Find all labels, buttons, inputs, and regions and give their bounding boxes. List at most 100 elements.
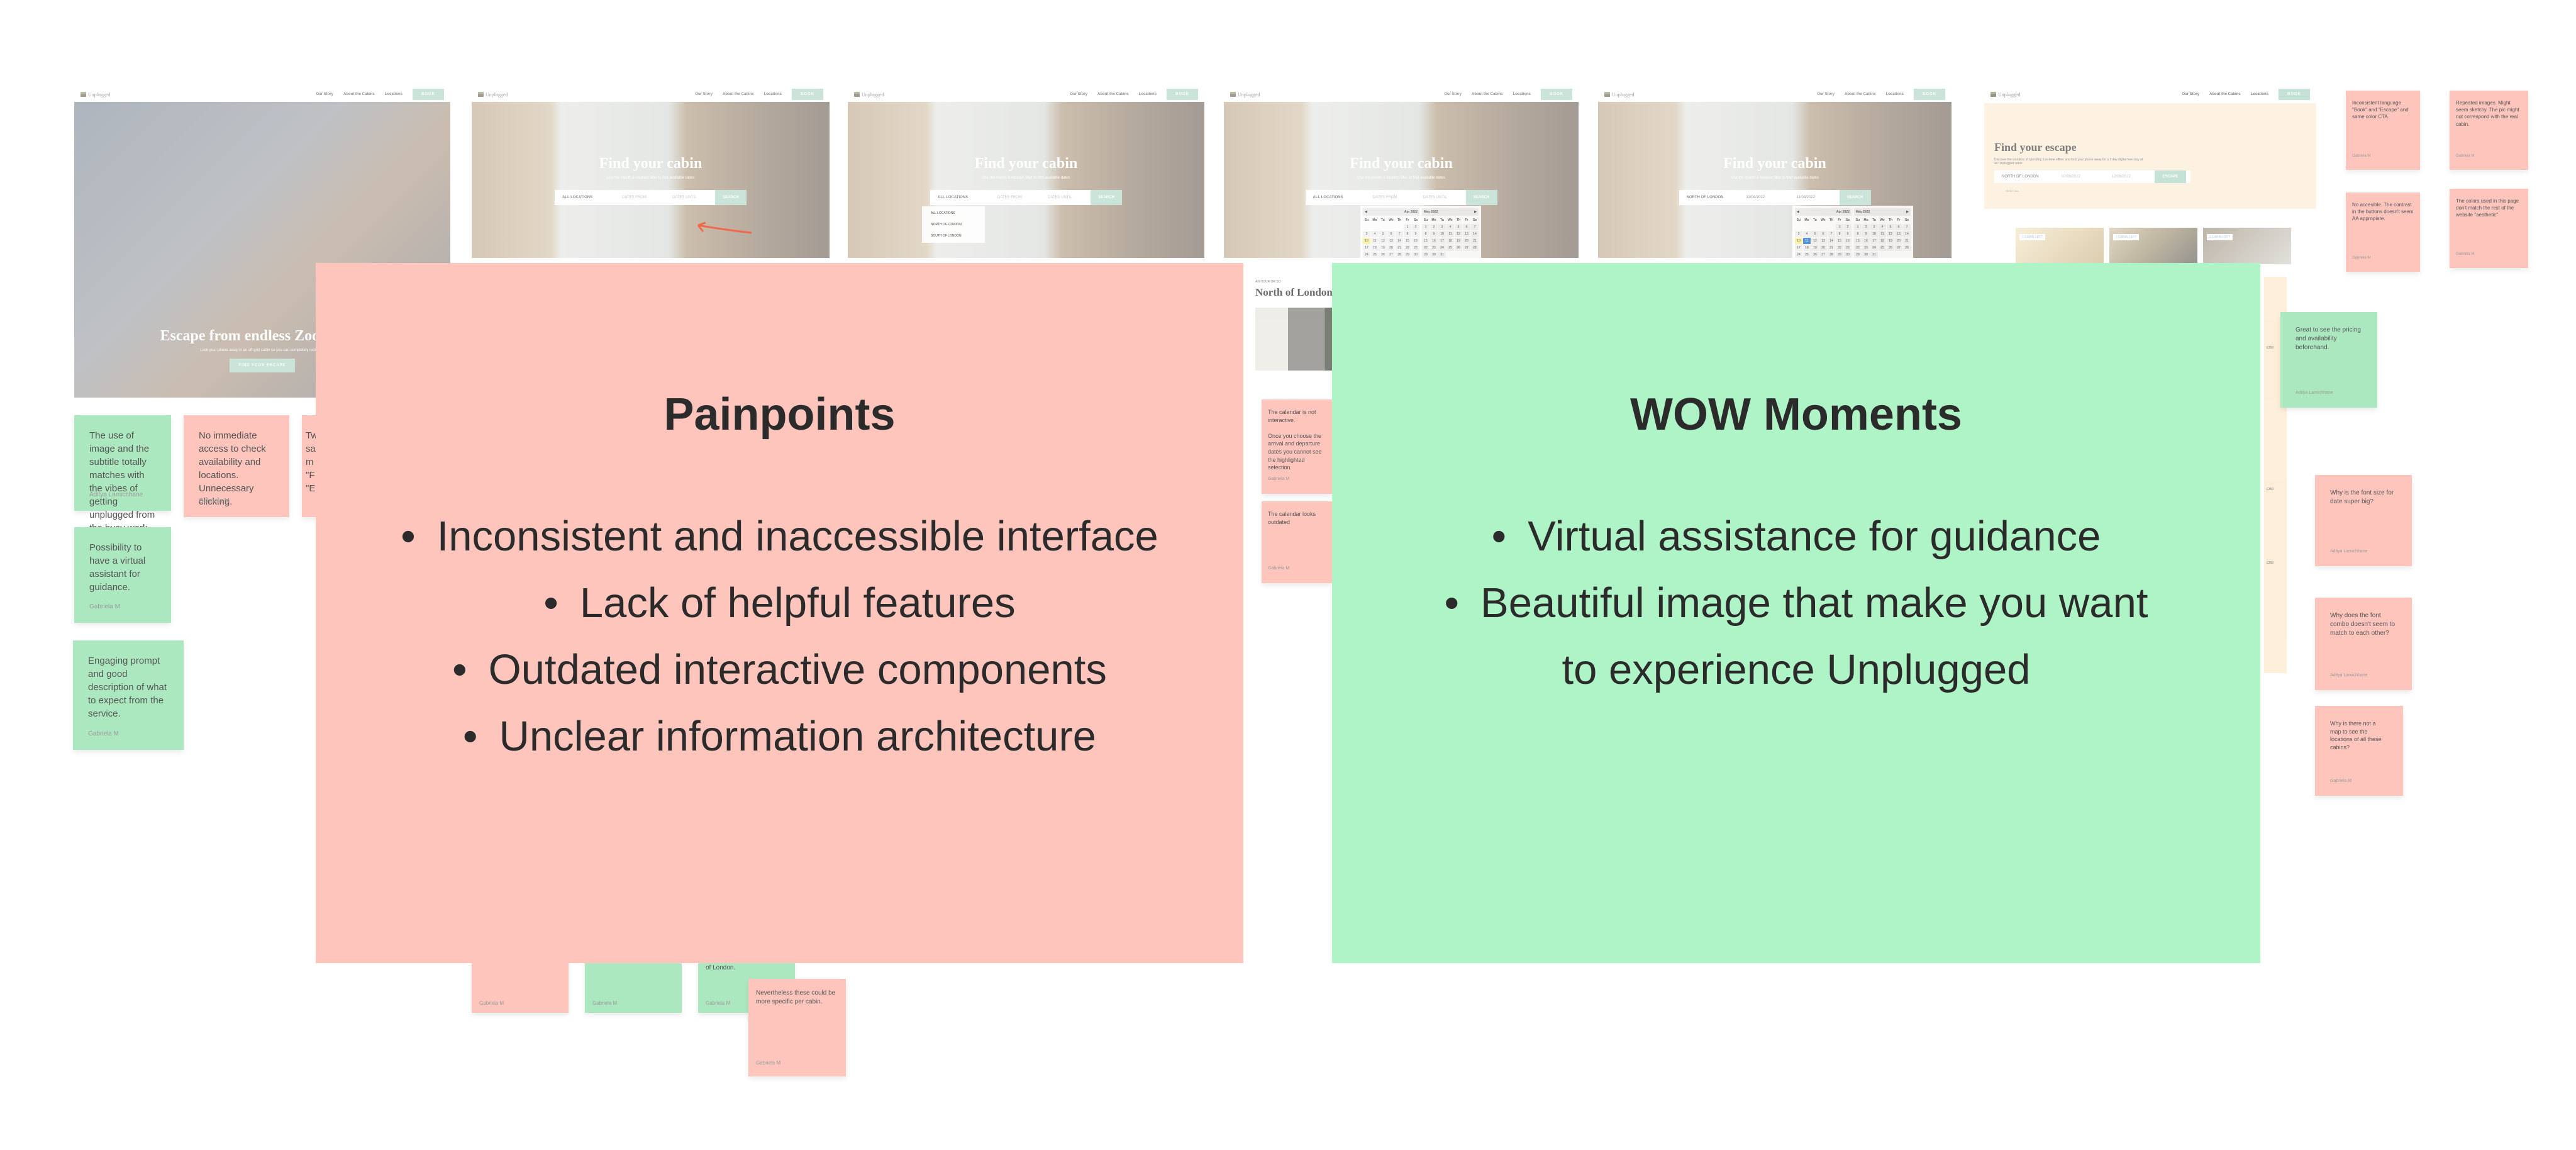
calendar-day[interactable]: 23 xyxy=(1844,245,1852,251)
calendar-day[interactable]: 5 xyxy=(1887,224,1894,230)
sticky-note[interactable]: Nevertheless these could be more specifi… xyxy=(748,979,846,1076)
calendar-day[interactable]: 9 xyxy=(1844,231,1852,237)
cabin-card[interactable]: 1 CABIN LEFT xyxy=(2109,228,2197,264)
calendar-day[interactable]: 12 xyxy=(1455,231,1462,237)
calendar-day[interactable]: 27 xyxy=(1819,252,1827,258)
nav-our-story[interactable]: Our Story xyxy=(695,92,713,96)
nav-locations[interactable]: Locations xyxy=(1886,92,1904,96)
calendar-day[interactable]: 15 xyxy=(1422,238,1430,244)
dropdown-option[interactable]: NORTH OF LONDON xyxy=(931,223,976,226)
nav-locations[interactable]: Locations xyxy=(2251,92,2268,96)
calendar-day[interactable]: 8 xyxy=(1854,231,1862,237)
calendar-day[interactable]: 11 xyxy=(1803,238,1811,244)
calendar-day[interactable]: 30 xyxy=(1412,252,1419,258)
calendar-day[interactable]: 17 xyxy=(1363,245,1370,251)
nav-locations[interactable]: Locations xyxy=(764,92,782,96)
calendar-day[interactable]: 31 xyxy=(1870,252,1878,258)
calendar-day[interactable]: 18 xyxy=(1446,238,1454,244)
calendar-day[interactable]: 2 xyxy=(1862,224,1870,230)
calendar-day[interactable]: 9 xyxy=(1862,231,1870,237)
dates-from-input[interactable]: 07/08/2022 xyxy=(2054,175,2104,179)
nav-about[interactable]: About the Cabins xyxy=(1845,92,1876,96)
calendar-day[interactable]: 6 xyxy=(1819,231,1827,237)
dates-until-input[interactable]: DATES UNTIL xyxy=(1040,196,1091,199)
calendar-day[interactable]: 18 xyxy=(1371,245,1379,251)
calendar-day[interactable]: 29 xyxy=(1422,252,1430,258)
nav-about[interactable]: About the Cabins xyxy=(1097,92,1129,96)
calendar-day[interactable]: 25 xyxy=(1803,252,1811,258)
calendar-day[interactable]: 14 xyxy=(1396,238,1403,244)
nav-our-story[interactable]: Our Story xyxy=(1444,92,1462,96)
calendar-day[interactable]: 25 xyxy=(1879,245,1886,251)
sticky-note[interactable]: Possibility to have a virtual assistant … xyxy=(74,527,171,623)
calendar-day[interactable]: 18 xyxy=(1879,238,1886,244)
calendar-day[interactable]: 4 xyxy=(1879,224,1886,230)
calendar-day[interactable]: 22 xyxy=(1854,245,1862,251)
nav-our-story[interactable]: Our Story xyxy=(316,92,333,96)
calendar-day[interactable]: 23 xyxy=(1412,245,1419,251)
calendar-day[interactable]: 29 xyxy=(1854,252,1862,258)
calendar-day[interactable]: 19 xyxy=(1379,245,1387,251)
calendar-day[interactable]: 30 xyxy=(1430,252,1438,258)
calendar-day[interactable]: 21 xyxy=(1471,238,1479,244)
location-select[interactable]: NORTH OF LONDON xyxy=(1994,175,2054,179)
calendar-day[interactable]: 19 xyxy=(1887,238,1894,244)
sticky-note[interactable]: No accesible. The contrast in the button… xyxy=(2346,193,2420,272)
calendar-day[interactable]: 29 xyxy=(1404,252,1411,258)
calendar-day[interactable]: 13 xyxy=(1463,231,1470,237)
calendar-day[interactable]: 6 xyxy=(1387,231,1395,237)
book-button[interactable]: BOOK xyxy=(1914,89,1945,100)
calendar-day[interactable]: 5 xyxy=(1455,224,1462,230)
calendar-day[interactable]: 15 xyxy=(1854,238,1862,244)
calendar-day[interactable]: 5 xyxy=(1379,231,1387,237)
calendar-day[interactable]: 20 xyxy=(1463,238,1470,244)
search-button[interactable]: SEARCH xyxy=(1465,189,1497,205)
calendar-day[interactable]: 5 xyxy=(1811,231,1819,237)
nav-about[interactable]: About the Cabins xyxy=(1472,92,1503,96)
next-month-icon[interactable]: ▶ xyxy=(1474,210,1477,214)
calendar-day[interactable]: 14 xyxy=(1903,231,1911,237)
logo[interactable]: Unplugged xyxy=(1604,92,1635,98)
calendar-day[interactable]: 2 xyxy=(1430,224,1438,230)
logo[interactable]: Unplugged xyxy=(80,92,111,98)
calendar-day[interactable]: 21 xyxy=(1828,245,1835,251)
calendar-day[interactable]: 4 xyxy=(1803,231,1811,237)
calendar-day[interactable]: 20 xyxy=(1819,245,1827,251)
sticky-note[interactable]: The use of image and the subtitle totall… xyxy=(74,415,171,547)
calendar-day[interactable]: 15 xyxy=(1836,238,1843,244)
calendar-day[interactable]: 12 xyxy=(1379,238,1387,244)
calendar-day[interactable]: 8 xyxy=(1836,231,1843,237)
sticky-note[interactable]: Why does the font combo doesn't seem to … xyxy=(2315,598,2412,690)
find-escape-button[interactable]: FIND YOUR ESCAPE xyxy=(230,359,295,372)
nav-about[interactable]: About the Cabins xyxy=(2209,92,2241,96)
book-button[interactable]: BOOK xyxy=(1167,89,1198,100)
calendar-day[interactable]: 22 xyxy=(1404,245,1411,251)
sticky-note[interactable]: Repeated images. Might seem sketchy. The… xyxy=(2450,91,2528,170)
calendar-day[interactable]: 13 xyxy=(1819,238,1827,244)
dates-from-input[interactable]: 11/04/2022 xyxy=(1739,196,1789,199)
calendar-day[interactable]: 27 xyxy=(1463,245,1470,251)
nav-locations[interactable]: Locations xyxy=(1139,92,1157,96)
sticky-note[interactable]: The calendar is not interactive. Once yo… xyxy=(1262,399,1332,494)
calendar-day[interactable]: 24 xyxy=(1870,245,1878,251)
calendar-day[interactable]: 31 xyxy=(1438,252,1446,258)
calendar-day[interactable]: 28 xyxy=(1828,252,1835,258)
location-select[interactable]: ALL LOCATIONS xyxy=(555,196,614,199)
calendar-day[interactable]: 6 xyxy=(1463,224,1470,230)
logo[interactable]: Unplugged xyxy=(1230,92,1260,98)
calendar-day[interactable]: 24 xyxy=(1363,252,1370,258)
nav-our-story[interactable]: Our Story xyxy=(1817,92,1835,96)
calendar-day[interactable]: 16 xyxy=(1844,238,1852,244)
sticky-note[interactable]: Engaging prompt and good description of … xyxy=(73,640,184,750)
calendar-month-header[interactable]: ◀ Apr 2022 xyxy=(1363,208,1419,216)
calendar-day[interactable]: 12 xyxy=(1887,231,1894,237)
calendar-month-header[interactable]: May 2022 ▶ xyxy=(1422,208,1479,216)
sticky-note[interactable]: Why is there not a map to see the locati… xyxy=(2315,706,2403,796)
prev-month-icon[interactable]: ◀ xyxy=(1365,210,1367,214)
next-month-icon[interactable]: ▶ xyxy=(1906,210,1909,214)
calendar-day[interactable]: 9 xyxy=(1412,231,1419,237)
calendar-day[interactable]: 28 xyxy=(1396,252,1403,258)
book-button[interactable]: BOOK xyxy=(792,89,823,100)
nav-locations[interactable]: Locations xyxy=(385,92,402,96)
sticky-note[interactable]: Great to see the pricing and availabilit… xyxy=(2280,312,2377,408)
